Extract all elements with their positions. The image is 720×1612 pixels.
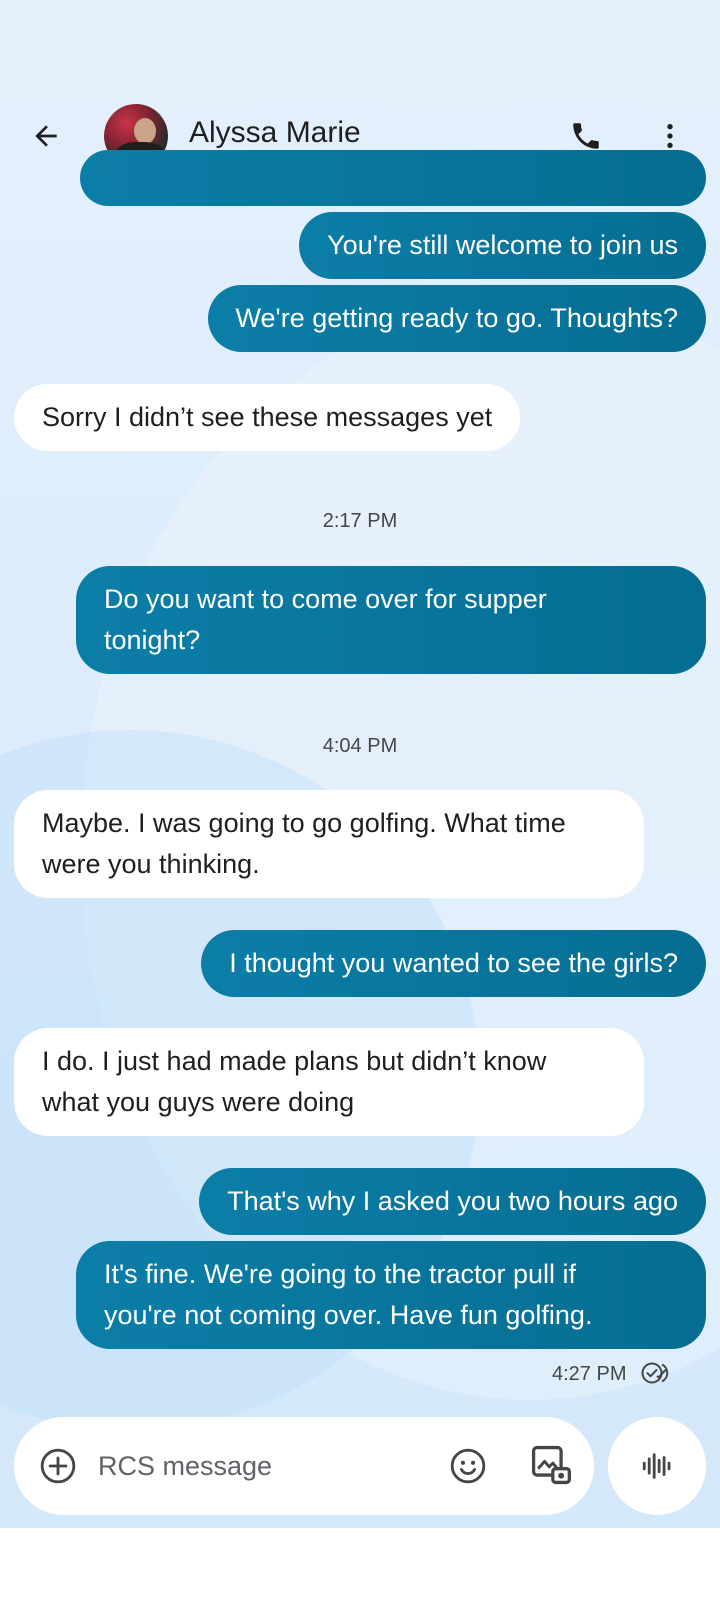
message-bubble-incoming[interactable]: Sorry I didn’t see these messages yet: [14, 384, 521, 451]
avatar-face: [134, 118, 156, 144]
emoji-icon: [450, 1448, 486, 1484]
message-bubble-incoming[interactable]: I do. I just had made plans but didn’t k…: [14, 1028, 644, 1136]
phone-icon: [573, 123, 599, 149]
read-receipt-icon: [641, 1362, 669, 1384]
message-bubble-outgoing-partial[interactable]: [80, 150, 706, 206]
timestamp-divider: 2:17 PM: [322, 510, 398, 532]
message-bubble-outgoing[interactable]: You're still welcome to join us: [299, 212, 706, 279]
more-vert-icon: [667, 124, 673, 148]
back-button[interactable]: [22, 112, 70, 160]
message-time: 4:27 PM: [552, 1363, 627, 1385]
message-bubble-outgoing[interactable]: It's fine. We're going to the tractor pu…: [76, 1241, 706, 1349]
message-composer: [14, 1417, 594, 1515]
voice-message-button[interactable]: [608, 1417, 706, 1515]
message-input[interactable]: [98, 1444, 418, 1488]
message-bubble-incoming[interactable]: Maybe. I was going to go golfing. What t…: [14, 790, 644, 898]
timestamp-divider: 4:04 PM: [322, 735, 398, 757]
conversation-screen: Alyssa Marie You're still welcome to joi…: [0, 0, 720, 1528]
emoji-button[interactable]: [444, 1442, 492, 1490]
gallery-button[interactable]: [526, 1440, 576, 1490]
add-circle-icon: [40, 1448, 76, 1484]
attach-button[interactable]: [34, 1442, 82, 1490]
gallery-icon: [531, 1445, 571, 1485]
message-bubble-outgoing[interactable]: I thought you wanted to see the girls?: [201, 930, 706, 997]
arrow-left-icon: [35, 125, 57, 147]
contact-name[interactable]: Alyssa Marie: [189, 116, 361, 150]
message-bubble-outgoing[interactable]: Do you want to come over for supper toni…: [76, 566, 706, 674]
message-bubble-outgoing[interactable]: That's why I asked you two hours ago: [199, 1168, 706, 1235]
voice-waveform-icon: [642, 1453, 671, 1479]
message-bubble-outgoing[interactable]: We're getting ready to go. Thoughts?: [207, 285, 706, 352]
